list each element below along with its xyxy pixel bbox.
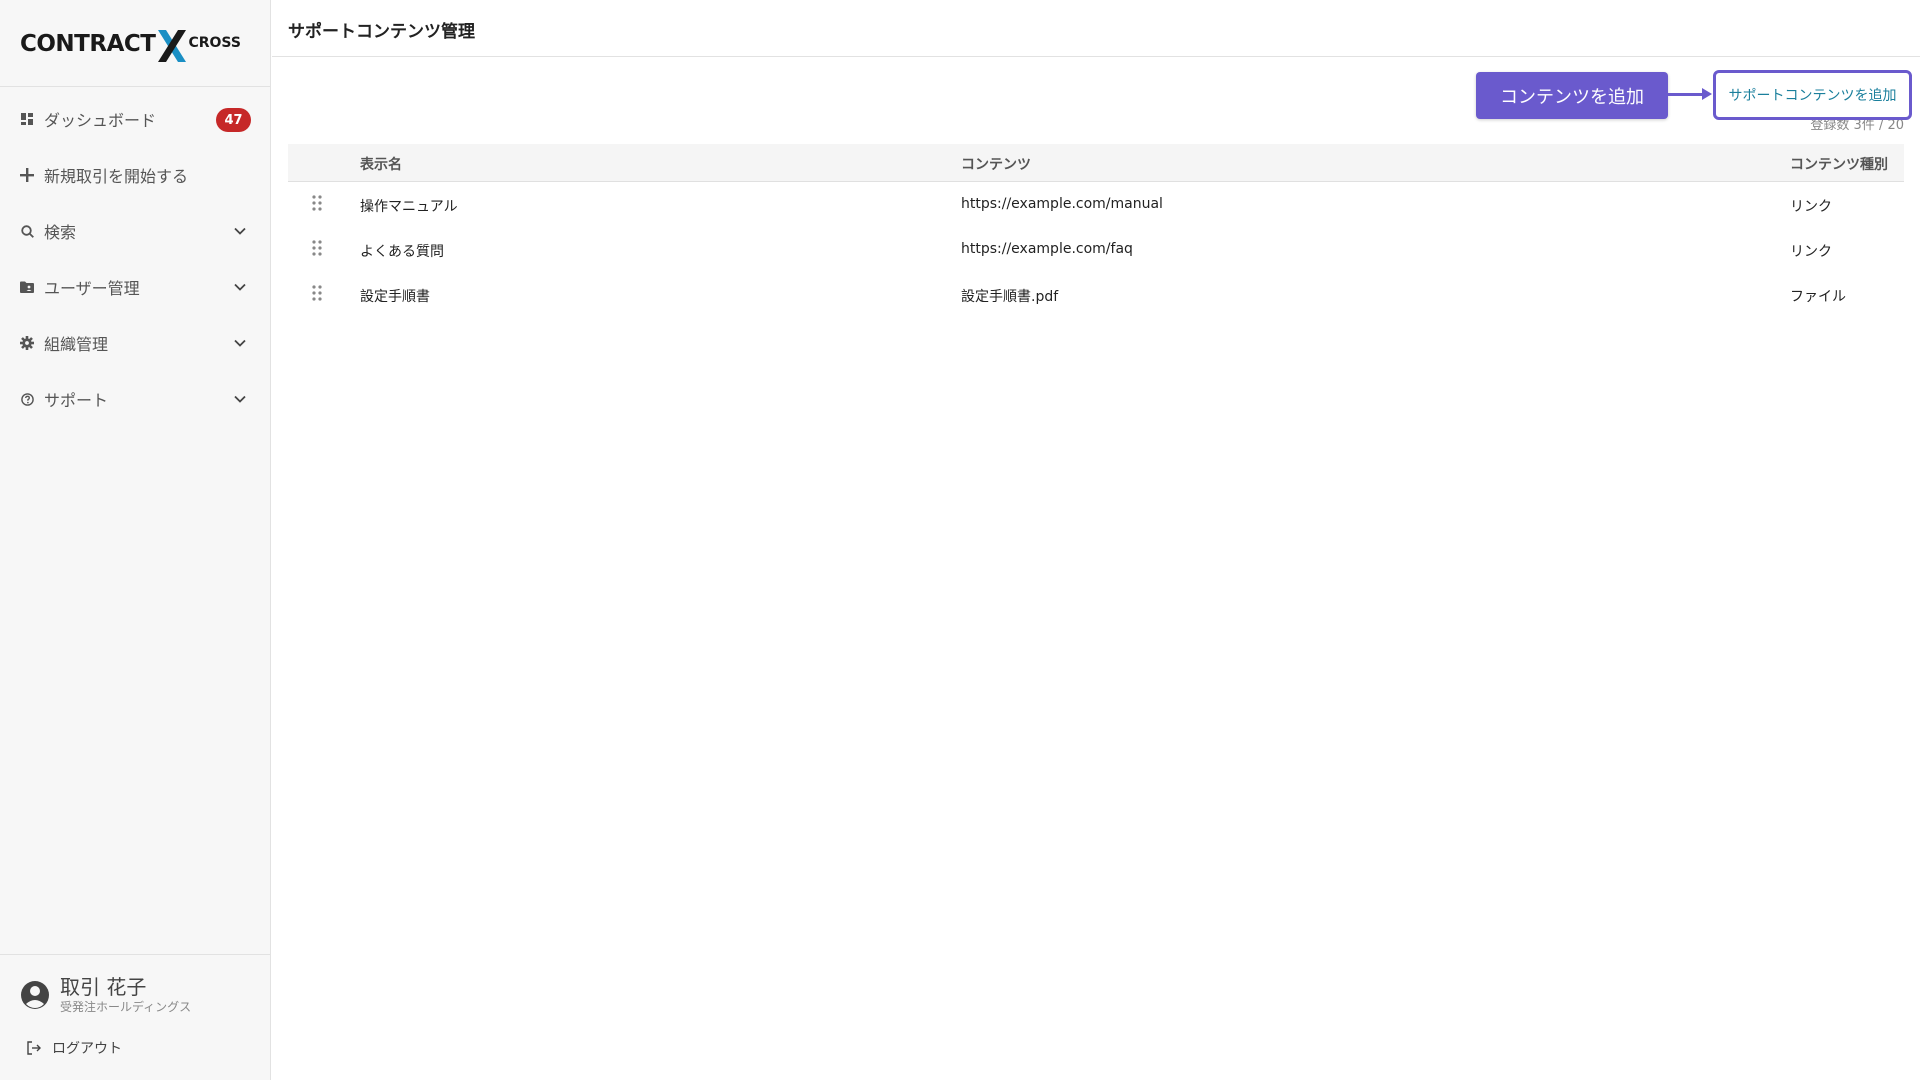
help-circle-icon (20, 392, 34, 406)
avatar (21, 981, 49, 1009)
dashboard-icon (20, 112, 34, 126)
sidebar-item-support[interactable]: サポート (0, 379, 271, 419)
sidebar-item-label: ユーザー管理 (44, 279, 140, 298)
page-title: サポートコンテンツ管理 (288, 22, 475, 42)
table-header: 表示名 コンテンツ コンテンツ種別 (288, 144, 1904, 182)
cell-content: 設定手順書.pdf (961, 289, 1059, 305)
cell-content: https://example.com/faq (961, 241, 1133, 257)
plus-icon (20, 168, 34, 182)
cell-content: https://example.com/manual (961, 196, 1163, 212)
sidebar-item-dashboard[interactable]: ダッシュボード 47 (0, 99, 271, 139)
search-icon (20, 224, 34, 238)
sidebar-divider (0, 954, 271, 955)
cell-content-type: リンク (1790, 244, 1832, 260)
table-row[interactable]: よくある質問 https://example.com/faq リンク (288, 227, 1904, 272)
cell-content-type: リンク (1790, 199, 1832, 215)
sidebar-item-search[interactable]: 検索 (0, 211, 271, 251)
cell-content-type: ファイル (1790, 289, 1846, 305)
sidebar-item-new-transaction[interactable]: 新規取引を開始する (0, 155, 271, 195)
user-info: 取引 花子 受発注ホールディングス (60, 975, 191, 1015)
cell-display-name: 設定手順書 (360, 289, 430, 305)
column-header-content-type[interactable]: コンテンツ種別 (1790, 154, 1888, 174)
logout-label: ログアウト (52, 1041, 122, 1057)
drag-handle-icon[interactable] (311, 239, 323, 257)
user-profile[interactable]: 取引 花子 受発注ホールディングス (20, 972, 260, 1018)
logout-button[interactable]: ログアウト (26, 1038, 122, 1058)
folder-user-icon (20, 280, 34, 294)
sidebar-item-user-management[interactable]: ユーザー管理 (0, 267, 271, 307)
sidebar-item-label: 検索 (44, 223, 77, 242)
gear-icon (20, 336, 34, 350)
chevron-down-icon[interactable] (233, 224, 247, 238)
sidebar-item-label: 組織管理 (44, 335, 109, 354)
logo-x-mark (158, 30, 187, 62)
cell-display-name: よくある質問 (360, 244, 444, 260)
logout-icon (27, 1041, 41, 1055)
add-support-content-button[interactable]: サポートコンテンツを追加 (1713, 70, 1912, 120)
chevron-down-icon[interactable] (233, 392, 247, 406)
table-row[interactable]: 操作マニュアル https://example.com/manual リンク (288, 182, 1904, 227)
column-header-content[interactable]: コンテンツ (961, 154, 1031, 174)
sidebar-item-label: サポート (44, 391, 109, 410)
chevron-down-icon[interactable] (233, 280, 247, 294)
sidebar-item-label: 新規取引を開始する (44, 167, 189, 186)
sidebar-item-organization[interactable]: 組織管理 (0, 323, 271, 363)
cell-display-name: 操作マニュアル (360, 199, 458, 215)
tutorial-callout: コンテンツを追加 (1476, 72, 1668, 119)
column-header-display-name[interactable]: 表示名 (360, 154, 402, 174)
sidebar-divider (0, 86, 271, 87)
sidebar: CONTRACT CROSS ダッシュボード 47 新規取引を開始する 検索 ユ… (0, 0, 271, 1080)
drag-handle-icon[interactable] (311, 284, 323, 302)
table-row[interactable]: 設定手順書 設定手順書.pdf ファイル (288, 272, 1904, 317)
logo-text: CONTRACT (20, 31, 156, 57)
notification-badge: 47 (216, 108, 251, 132)
logo-suffix: CROSS (188, 35, 241, 51)
contract-cross-logo[interactable]: CONTRACT CROSS (20, 26, 241, 62)
page-header: サポートコンテンツ管理 (272, 0, 1920, 57)
arrow-head-icon (1702, 88, 1712, 100)
chevron-down-icon[interactable] (233, 336, 247, 350)
callout-arrow (1668, 93, 1706, 96)
sidebar-item-label: ダッシュボード (44, 111, 157, 130)
user-name: 取引 花子 (60, 975, 147, 999)
drag-handle-icon[interactable] (311, 194, 323, 212)
support-content-table: 表示名 コンテンツ コンテンツ種別 操作マニュアル https://exampl… (288, 144, 1904, 317)
user-organization: 受発注ホールディングス (60, 1000, 192, 1014)
